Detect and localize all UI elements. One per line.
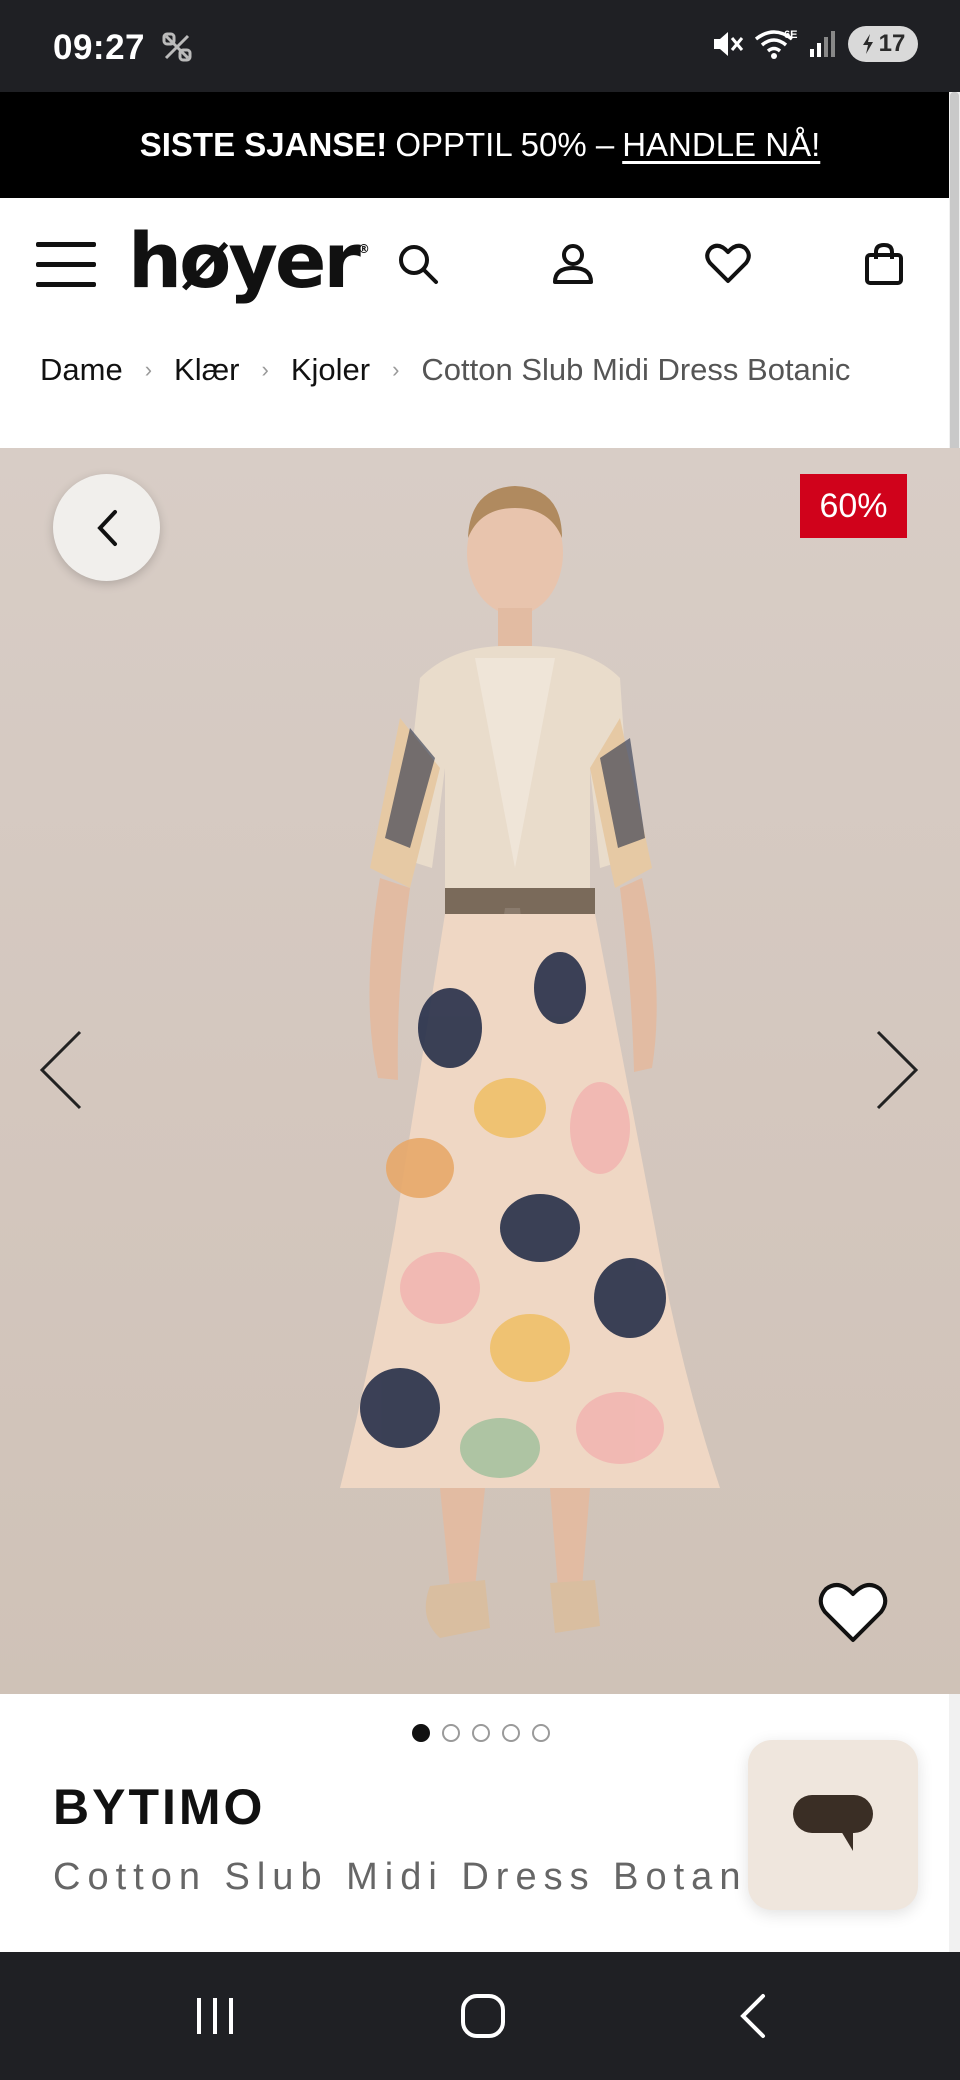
breadcrumb-separator: ›	[261, 357, 269, 382]
logo[interactable]: høyer®	[128, 216, 370, 305]
svg-text:6E: 6E	[784, 29, 797, 41]
back-nav-button[interactable]	[718, 1988, 788, 2044]
status-time: 09:27	[53, 28, 146, 67]
gallery-pagination	[412, 1724, 550, 1742]
breadcrumb-item-klaer[interactable]: Klær	[174, 352, 239, 388]
breadcrumb-item-kjoler[interactable]: Kjoler	[291, 352, 370, 388]
back-icon	[740, 1994, 765, 2038]
home-icon	[461, 1994, 505, 2038]
account-icon[interactable]	[547, 238, 599, 290]
favorite-heart-icon[interactable]	[816, 1580, 890, 1646]
breadcrumb-separator: ›	[392, 357, 400, 382]
notification-icon	[162, 32, 192, 62]
pagination-dot[interactable]	[502, 1724, 520, 1742]
status-bar: 09:27 6E 17	[0, 0, 960, 92]
chevron-left-icon	[96, 509, 117, 546]
product-brand[interactable]: BYTIMO	[53, 1778, 265, 1836]
breadcrumb: Dame › Klær › Kjoler › Cotton Slub Midi …	[40, 352, 850, 388]
breadcrumb-separator: ›	[144, 357, 153, 382]
promo-banner[interactable]: SISTE SJANSE! OPPTIL 50% – HANDLE NÅ!	[0, 92, 960, 198]
breadcrumb-current: Cotton Slub Midi Dress Botanic	[421, 352, 851, 387]
status-icons: 6E 17	[710, 26, 918, 62]
pagination-dot[interactable]	[412, 1724, 430, 1742]
mute-icon	[714, 32, 744, 56]
product-title: Cotton Slub Midi Dress Botanic	[53, 1856, 773, 1898]
pagination-dot[interactable]	[532, 1724, 550, 1742]
menu-icon[interactable]	[36, 240, 96, 290]
promo-bold-text: SISTE SJANSE!	[139, 126, 388, 163]
battery-icon: 17	[848, 26, 918, 62]
promo-link[interactable]: HANDLE NÅ!	[622, 126, 820, 164]
battery-level: 17	[878, 30, 906, 57]
signal-icon	[810, 31, 835, 57]
next-image-arrow[interactable]	[872, 1028, 922, 1112]
cart-icon[interactable]	[858, 238, 910, 290]
back-button[interactable]	[53, 474, 160, 581]
promo-text: OPPTIL 50% –	[395, 126, 615, 163]
chat-button[interactable]	[748, 1740, 918, 1910]
discount-badge: 60%	[800, 474, 907, 538]
home-button[interactable]	[448, 1988, 518, 2044]
breadcrumb-item-dame[interactable]: Dame	[40, 352, 123, 388]
product-photo	[340, 486, 720, 1638]
pagination-dot[interactable]	[472, 1724, 490, 1742]
wishlist-icon[interactable]	[702, 238, 754, 290]
chat-bubble-icon	[793, 1795, 873, 1851]
product-image-gallery[interactable]: 60%	[0, 448, 960, 1694]
previous-image-arrow[interactable]	[36, 1028, 86, 1112]
search-icon[interactable]	[392, 238, 444, 290]
site-header: høyer®	[0, 198, 948, 332]
pagination-dot[interactable]	[442, 1724, 460, 1742]
recent-apps-icon	[197, 1998, 233, 2034]
wifi-icon: 6E	[754, 29, 797, 59]
recent-apps-button[interactable]	[180, 1988, 250, 2044]
system-navigation-bar	[0, 1952, 960, 2080]
